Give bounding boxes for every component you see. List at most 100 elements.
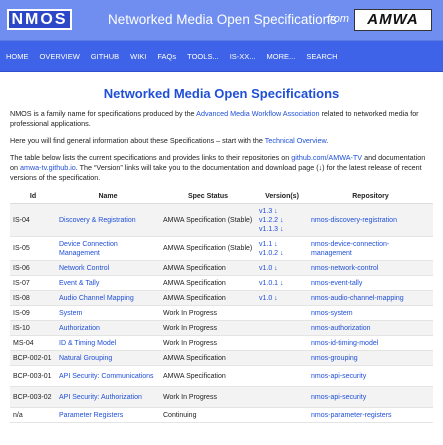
spec-status: AMWA Specification [160, 260, 256, 276]
repository-link[interactable]: nmos-api-security [311, 373, 366, 380]
version-download-link[interactable]: v1.1.3 ↓ [259, 225, 305, 234]
spec-versions [256, 305, 308, 321]
banner-title: Networked Media Open Specifications [108, 12, 337, 27]
spec-versions [256, 365, 308, 387]
nav-tools[interactable]: TOOLS... [187, 52, 219, 61]
intro-text: NMOS is a family name for specifications… [10, 109, 197, 118]
spec-name-link[interactable]: Audio Channel Mapping [59, 295, 134, 302]
docs-link[interactable]: amwa-tv.github.io [20, 163, 76, 172]
spec-repo-cell: nmos-parameter-registers [308, 407, 433, 423]
nav-bar: HOME OVERVIEW GITHUB WIKI FAQs TOOLS... … [0, 41, 443, 72]
repository-link[interactable]: nmos-parameter-registers [311, 412, 392, 419]
spec-id: BCP-003-02 [10, 386, 56, 408]
version-download-link[interactable]: v1.0 ↓ [259, 294, 305, 303]
version-download-link[interactable]: v1.0.1 ↓ [259, 279, 305, 288]
spec-status: AMWA Specification [160, 290, 256, 306]
spec-name-link[interactable]: Device Connection Management [59, 241, 118, 257]
specs-table: Id Name Spec Status Version(s) Repositor… [10, 190, 433, 423]
spec-repo-cell: nmos-authorization [308, 320, 433, 336]
intro-paragraph-1: NMOS is a family name for specifications… [10, 109, 433, 129]
spec-status: AMWA Specification [160, 275, 256, 291]
spec-status: AMWA Specification (Stable) [160, 236, 256, 261]
spec-repo-cell: nmos-api-security [308, 386, 433, 408]
nav-wiki[interactable]: WIKI [130, 52, 146, 61]
nav-github[interactable]: GITHUB [91, 52, 119, 61]
repository-link[interactable]: nmos-api-security [311, 394, 366, 401]
spec-repo-cell: nmos-id-timing-model [308, 335, 433, 351]
spec-versions [256, 386, 308, 408]
spec-name-link[interactable]: API Security: Communications [59, 373, 154, 380]
table-row: n/a Parameter Registers Continuing nmos-par… [10, 407, 433, 423]
spec-versions: v1.0.1 ↓ [256, 275, 308, 291]
spec-id: IS-10 [10, 320, 56, 336]
repository-link[interactable]: nmos-event-tally [311, 280, 362, 287]
spec-id: IS-08 [10, 290, 56, 306]
spec-versions [256, 320, 308, 336]
spec-name-cell: ID & Timing Model [56, 335, 160, 351]
intro-text: Here you will find general information a… [10, 136, 265, 145]
from-label: from [327, 13, 349, 25]
spec-status: Work In Progress [160, 386, 256, 408]
amwa-link[interactable]: Advanced Media Workflow Association [196, 109, 319, 118]
spec-name-link[interactable]: Event & Tally [59, 280, 99, 287]
spec-id: n/a [10, 407, 56, 423]
spec-repo-cell: nmos-device-connection-management [308, 236, 433, 261]
nmos-logo[interactable]: NMOS [7, 9, 72, 30]
spec-name-link[interactable]: API Security: Authorization [59, 394, 142, 401]
spec-name-link[interactable]: ID & Timing Model [59, 340, 116, 347]
version-download-link[interactable]: v1.0.2 ↓ [259, 249, 305, 258]
spec-repo-cell: nmos-system [308, 305, 433, 321]
table-body: IS-04 Discovery & Registration AMWA Specif… [10, 203, 433, 423]
spec-versions: v1.3 ↓ v1.2.2 ↓ v1.1.3 ↓ [256, 203, 308, 237]
spec-versions [256, 350, 308, 366]
nav-overview[interactable]: OVERVIEW [40, 52, 80, 61]
repository-link[interactable]: nmos-audio-channel-mapping [311, 295, 404, 302]
repository-link[interactable]: nmos-system [311, 310, 353, 317]
table-row: IS-06 Network Control AMWA Specification v1… [10, 260, 433, 276]
github-link[interactable]: github.com/AMWA-TV [291, 153, 362, 162]
spec-id: MS-04 [10, 335, 56, 351]
version-download-link[interactable]: v1.1 ↓ [259, 240, 305, 249]
nav-more[interactable]: MORE... [267, 52, 296, 61]
nav-is-xx[interactable]: IS-XX... [230, 52, 256, 61]
spec-name-cell: Device Connection Management [56, 236, 160, 261]
spec-name-link[interactable]: Network Control [59, 265, 109, 272]
repository-link[interactable]: nmos-authorization [311, 325, 371, 332]
spec-name-link[interactable]: Authorization [59, 325, 100, 332]
technical-overview-link[interactable]: Technical Overview [265, 136, 327, 145]
spec-status: AMWA Specification (Stable) [160, 203, 256, 237]
nav-search[interactable]: SEARCH [306, 52, 337, 61]
amwa-logo[interactable]: AMWA [354, 9, 432, 31]
nav-home[interactable]: HOME [6, 52, 29, 61]
nav-faqs[interactable]: FAQs [157, 52, 176, 61]
table-row: IS-09 System Work In Progress nmos-system [10, 305, 433, 321]
spec-name-cell: Event & Tally [56, 275, 160, 291]
repository-link[interactable]: nmos-discovery-registration [311, 217, 397, 224]
repository-link[interactable]: nmos-device-connection-management [311, 241, 389, 257]
spec-versions [256, 407, 308, 423]
spec-versions: v1.0 ↓ [256, 290, 308, 306]
version-download-link[interactable]: v1.2.2 ↓ [259, 216, 305, 225]
spec-name-link[interactable]: System [59, 310, 82, 317]
table-row: IS-10 Authorization Work In Progress nmos-a… [10, 320, 433, 336]
repository-link[interactable]: nmos-grouping [311, 355, 358, 362]
spec-versions: v1.0 ↓ [256, 260, 308, 276]
spec-name-cell: API Security: Authorization [56, 386, 160, 408]
spec-id: BCP-003-01 [10, 365, 56, 387]
spec-status: Work In Progress [160, 335, 256, 351]
spec-status: Work In Progress [160, 320, 256, 336]
spec-name-cell: Authorization [56, 320, 160, 336]
version-download-link[interactable]: v1.0 ↓ [259, 264, 305, 273]
version-download-link[interactable]: v1.3 ↓ [259, 207, 305, 216]
table-header-row: Id Name Spec Status Version(s) Repositor… [10, 190, 433, 204]
table-row: IS-08 Audio Channel Mapping AMWA Specifica… [10, 290, 433, 306]
spec-name-link[interactable]: Discovery & Registration [59, 217, 136, 224]
spec-repo-cell: nmos-event-tally [308, 275, 433, 291]
spec-id: IS-06 [10, 260, 56, 276]
header-id: Id [10, 190, 56, 204]
repository-link[interactable]: nmos-id-timing-model [311, 340, 378, 347]
spec-name-link[interactable]: Natural Grouping [59, 355, 112, 362]
repository-link[interactable]: nmos-network-control [311, 265, 378, 272]
spec-status: AMWA Specification [160, 365, 256, 387]
spec-name-link[interactable]: Parameter Registers [59, 412, 123, 419]
